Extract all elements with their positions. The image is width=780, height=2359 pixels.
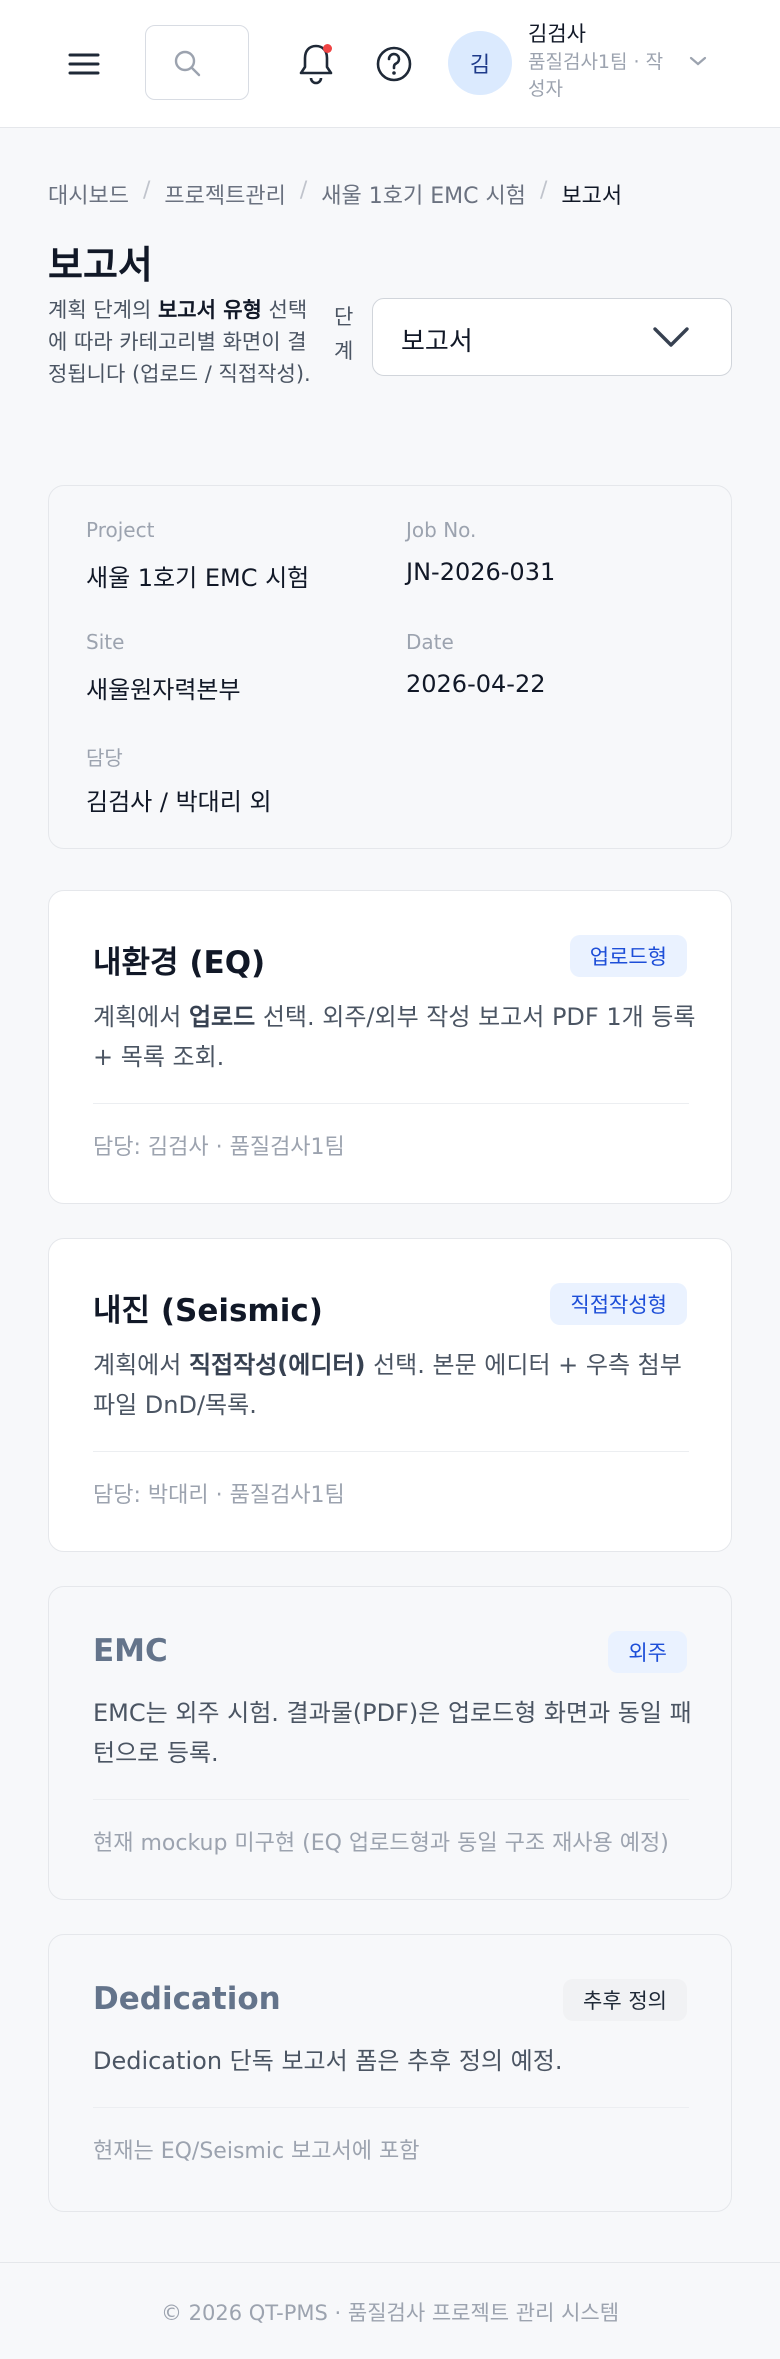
footer-copyright: © 2026 QT-PMS · 품질검사 프로젝트 관리 시스템 (160, 2301, 620, 2325)
top-header: 김 김검사 품질검사1팀 · 작성자 (0, 0, 780, 128)
avatar[interactable]: 김 (448, 31, 512, 95)
status-badge: 직접작성형 (550, 1283, 687, 1325)
site-value: 새울원자력본부 (86, 676, 241, 704)
breadcrumb-separator: / (539, 178, 548, 203)
job-no-value: JN-2026-031 (406, 558, 556, 586)
bell-icon[interactable] (294, 40, 338, 86)
divider (93, 2107, 689, 2108)
page-title: 보고서 (48, 243, 153, 287)
report-card-dedication: Dedication 추후 정의 Dedication 단독 보고서 폼은 추후… (48, 1934, 732, 2212)
card-title: 내환경 (EQ) (93, 945, 266, 981)
notification-dot (323, 44, 332, 53)
card-title: Dedication (93, 1981, 281, 2017)
stage-select[interactable]: 보고서 (372, 298, 732, 376)
date-label: Date (406, 630, 454, 654)
project-info-card: Project 새울 1호기 EMC 시험 Job No. JN-2026-03… (48, 485, 732, 849)
page-description: 계획 단계의 보고서 유형 선택에 따라 카테고리별 화면이 결정됩니다 (업로… (48, 298, 311, 386)
card-owner: 담당: 김검사 · 품질검사1팀 (93, 1135, 345, 1160)
breadcrumb-item-current: 보고서 (561, 184, 623, 209)
card-description: EMC는 외주 시험. 결과물(PDF)은 업로드형 화면과 동일 패턴으로 등… (93, 1699, 692, 1767)
card-note: 현재는 EQ/Seismic 보고서에 포함 (93, 2139, 420, 2164)
breadcrumb-separator: / (299, 178, 308, 203)
breadcrumb-item-project-mgmt[interactable]: 프로젝트관리 (164, 178, 285, 210)
job-no-label: Job No. (406, 518, 477, 542)
report-card-seismic[interactable]: 내진 (Seismic) 직접작성형 계획에서 직접작성(에디터) 선택. 본문… (48, 1238, 732, 1552)
divider (93, 1451, 689, 1452)
site-label: Site (86, 630, 125, 654)
breadcrumb: 대시보드 / 프로젝트관리 / 새울 1호기 EMC 시험 / 보고서 (48, 178, 622, 210)
stage-label: 단계 (334, 305, 354, 363)
card-description: Dedication 단독 보고서 폼은 추후 정의 예정. (93, 2047, 563, 2075)
status-badge: 외주 (608, 1631, 687, 1673)
date-value: 2026-04-22 (406, 670, 546, 698)
breadcrumb-item-project[interactable]: 새울 1호기 EMC 시험 (321, 178, 526, 210)
search-input[interactable] (145, 25, 249, 100)
owner-value: 김검사 / 박대리 외 (86, 788, 272, 816)
divider (93, 1103, 689, 1104)
report-card-eq[interactable]: 내환경 (EQ) 업로드형 계획에서 업로드 선택. 외주/외부 작성 보고서 … (48, 890, 732, 1204)
card-owner: 담당: 박대리 · 품질검사1팀 (93, 1483, 345, 1508)
chevron-down-icon (653, 327, 689, 347)
breadcrumb-separator: / (142, 178, 151, 203)
user-team: 품질검사1팀 · 작성자 (528, 51, 664, 100)
divider (93, 1799, 689, 1800)
report-card-emc: EMC 외주 EMC는 외주 시험. 결과물(PDF)은 업로드형 화면과 동일… (48, 1586, 732, 1900)
card-title: EMC (93, 1633, 168, 1669)
chevron-down-icon[interactable] (688, 54, 708, 68)
stage-select-value: 보고서 (401, 327, 473, 357)
help-circle-icon[interactable] (372, 42, 416, 86)
card-title: 내진 (Seismic) (93, 1293, 323, 1329)
breadcrumb-item-dashboard[interactable]: 대시보드 (48, 178, 129, 210)
owner-label: 담당 (86, 746, 123, 770)
card-description: 계획에서 업로드 선택. 외주/외부 작성 보고서 PDF 1개 등록 + 목록… (93, 1003, 696, 1071)
project-label: Project (86, 518, 155, 542)
hamburger-menu-icon[interactable] (62, 44, 106, 84)
user-name[interactable]: 김검사 (528, 18, 586, 48)
status-badge: 업로드형 (569, 935, 687, 977)
search-icon (174, 50, 201, 76)
card-description: 계획에서 직접작성(에디터) 선택. 본문 에디터 + 우측 첨부파일 DnD/… (93, 1351, 682, 1419)
page-footer: © 2026 QT-PMS · 품질검사 프로젝트 관리 시스템 (0, 2262, 780, 2359)
card-note: 현재 mockup 미구현 (EQ 업로드형과 동일 구조 재사용 예정) (93, 1831, 669, 1856)
status-badge: 추후 정의 (563, 1979, 687, 2021)
project-value: 새울 1호기 EMC 시험 (86, 564, 310, 592)
